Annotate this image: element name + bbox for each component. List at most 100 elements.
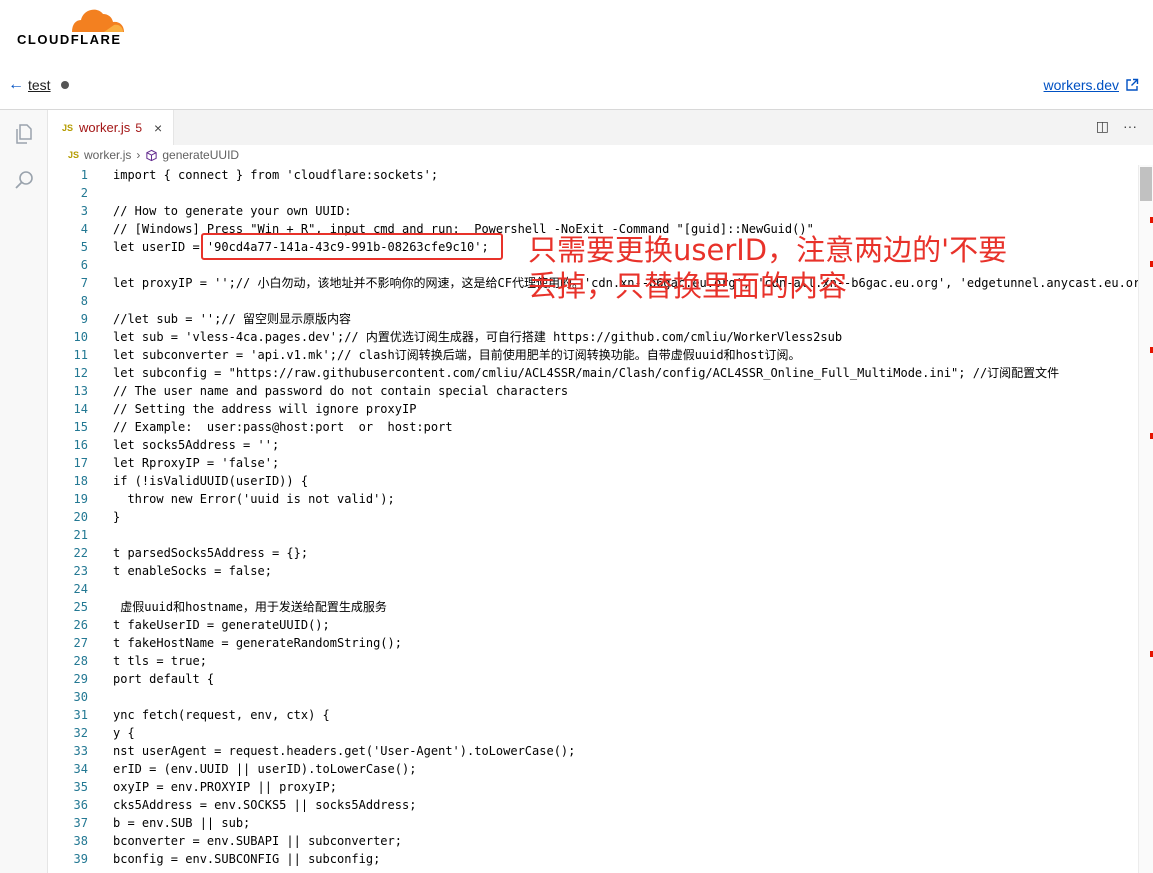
code-line[interactable]: 26 t fakeUserID = generateUUID(); [48, 616, 1138, 634]
explorer-files-icon[interactable] [12, 122, 36, 146]
chevron-right-icon: › [136, 148, 141, 162]
line-number: 26 [73, 618, 88, 632]
more-actions-icon[interactable]: ··· [1123, 118, 1137, 135]
line-number: 14 [73, 402, 88, 416]
code-line[interactable]: 18 if (!isValidUUID(userID)) { [48, 472, 1138, 490]
line-number: 32 [73, 726, 88, 740]
project-name[interactable]: test [28, 77, 51, 93]
vertical-scrollbar[interactable] [1138, 165, 1153, 873]
code-line[interactable]: 9 //let sub = '';// 留空则显示原版内容 [48, 310, 1138, 328]
code-text[interactable]: port default { [113, 670, 214, 688]
code-line[interactable]: 38 bconverter = env.SUBAPI || subconverte… [48, 832, 1138, 850]
breadcrumb-symbol[interactable]: generateUUID [162, 148, 239, 162]
code-text[interactable]: t fakeUserID = generateUUID(); [113, 616, 330, 634]
code-text[interactable]: bconfig = env.SUBCONFIG || subconfig; [113, 850, 380, 868]
line-number: 5 [80, 240, 88, 254]
code-line[interactable]: 23 t enableSocks = false; [48, 562, 1138, 580]
cloud-icon [72, 9, 124, 32]
editor-actions: ◫ ··· [1096, 118, 1137, 135]
userid-highlight-box [201, 233, 503, 260]
editor-tab-bar: JS worker.js 5 × ◫ ··· [48, 110, 1153, 145]
code-text[interactable]: nst userAgent = request.headers.get('Use… [113, 742, 575, 760]
code-line[interactable]: 28 t tls = true; [48, 652, 1138, 670]
top-bar: CLOUDFLARE [0, 0, 1153, 64]
back-button[interactable]: ← test [8, 76, 69, 94]
code-text[interactable]: y { [113, 724, 135, 742]
code-line[interactable]: 34 erID = (env.UUID || userID).toLowerCas… [48, 760, 1138, 778]
javascript-file-icon: JS [62, 122, 74, 133]
code-line[interactable]: 19 throw new Error('uuid is not valid'); [48, 490, 1138, 508]
code-text[interactable]: // How to generate your own UUID: [113, 202, 351, 220]
code-line[interactable]: 37 b = env.SUB || sub; [48, 814, 1138, 832]
code-line[interactable]: 20} [48, 508, 1138, 526]
code-line[interactable]: 36 cks5Address = env.SOCKS5 || socks5Addr… [48, 796, 1138, 814]
line-number: 36 [73, 798, 88, 812]
code-text[interactable]: let socks5Address = ''; [113, 436, 279, 454]
code-line[interactable]: 22 t parsedSocks5Address = {}; [48, 544, 1138, 562]
code-line[interactable]: 25 虚假uuid和hostname，用于发送给配置生成服务 [48, 598, 1138, 616]
code-line[interactable]: 24 [48, 580, 1138, 598]
breadcrumb-file[interactable]: worker.js [84, 148, 131, 162]
line-number: 2 [80, 186, 88, 200]
code-line[interactable]: 13 // The user name and password do not c… [48, 382, 1138, 400]
code-line[interactable]: 21 [48, 526, 1138, 544]
code-line[interactable]: 2 [48, 184, 1138, 202]
scrollbar-thumb[interactable] [1140, 167, 1152, 201]
code-text[interactable]: throw new Error('uuid is not valid'); [113, 490, 394, 508]
code-text[interactable]: // Setting the address will ignore proxy… [113, 400, 416, 418]
code-text[interactable]: t tls = true; [113, 652, 207, 670]
code-text[interactable]: t fakeHostName = generateRandomString(); [113, 634, 402, 652]
code-text[interactable]: let RproxyIP = 'false'; [113, 454, 279, 472]
search-icon[interactable] [12, 168, 36, 192]
code-line[interactable]: 33 nst userAgent = request.headers.get('U… [48, 742, 1138, 760]
code-line[interactable]: 14 // Setting the address will ignore pro… [48, 400, 1138, 418]
code-text[interactable]: erID = (env.UUID || userID).toLowerCase(… [113, 760, 416, 778]
code-text[interactable]: import { connect } from 'cloudflare:sock… [113, 166, 438, 184]
tab-worker-js[interactable]: JS worker.js 5 × [48, 110, 174, 145]
code-text[interactable]: let subconfig = "https://raw.githubuserc… [113, 364, 1059, 382]
code-text[interactable]: t parsedSocks5Address = {}; [113, 544, 308, 562]
code-text[interactable]: oxyIP = env.PROXYIP || proxyIP; [113, 778, 337, 796]
code-text[interactable]: bconverter = env.SUBAPI || subconverter; [113, 832, 402, 850]
code-line[interactable]: 15 // Example: user:pass@host:port or hos… [48, 418, 1138, 436]
code-line[interactable]: 3 // How to generate your own UUID: [48, 202, 1138, 220]
code-line[interactable]: 12 let subconfig = "https://raw.githubuse… [48, 364, 1138, 382]
code-text[interactable]: let subconverter = 'api.v1.mk';// clash订… [113, 346, 801, 364]
code-line[interactable]: 1 import { connect } from 'cloudflare:soc… [48, 166, 1138, 184]
code-line[interactable]: 17 let RproxyIP = 'false'; [48, 454, 1138, 472]
close-icon[interactable]: × [154, 120, 162, 136]
code-line[interactable]: 10 let sub = 'vless-4ca.pages.dev';// 内置优… [48, 328, 1138, 346]
code-text[interactable]: // Example: user:pass@host:port or host:… [113, 418, 453, 436]
line-number: 15 [73, 420, 88, 434]
code-line[interactable]: 35 oxyIP = env.PROXYIP || proxyIP; [48, 778, 1138, 796]
code-text[interactable]: } [113, 508, 120, 526]
javascript-file-icon: JS [68, 150, 80, 160]
code-text[interactable]: if (!isValidUUID(userID)) { [113, 472, 308, 490]
code-line[interactable]: 16 let socks5Address = ''; [48, 436, 1138, 454]
code-line[interactable]: 11 let subconverter = 'api.v1.mk';// clas… [48, 346, 1138, 364]
code-text[interactable]: let sub = 'vless-4ca.pages.dev';// 内置优选订… [113, 328, 842, 346]
code-text[interactable]: b = env.SUB || sub; [113, 814, 250, 832]
code-text[interactable]: //let sub = '';// 留空则显示原版内容 [113, 310, 351, 328]
split-editor-icon[interactable]: ◫ [1096, 118, 1109, 135]
workers-dev-label[interactable]: workers.dev [1044, 77, 1119, 93]
code-text[interactable]: // The user name and password do not con… [113, 382, 568, 400]
line-number: 8 [80, 294, 88, 308]
code-line[interactable]: 31 ync fetch(request, env, ctx) { [48, 706, 1138, 724]
cloudflare-logo[interactable]: CLOUDFLARE [16, 8, 126, 48]
line-number: 1 [80, 168, 88, 182]
code-line[interactable]: 29 port default { [48, 670, 1138, 688]
line-number: 29 [73, 672, 88, 686]
line-number: 18 [73, 474, 88, 488]
brand-name: CLOUDFLARE [17, 32, 122, 47]
code-line[interactable]: 30 [48, 688, 1138, 706]
code-line[interactable]: 27 t fakeHostName = generateRandomString(… [48, 634, 1138, 652]
code-line[interactable]: 32 y { [48, 724, 1138, 742]
workers-dev-link[interactable]: workers.dev [1044, 77, 1139, 93]
code-line[interactable]: 39 bconfig = env.SUBCONFIG || subconfig; [48, 850, 1138, 868]
code-text[interactable]: t enableSocks = false; [113, 562, 272, 580]
code-text[interactable]: ync fetch(request, env, ctx) { [113, 706, 330, 724]
code-text[interactable]: cks5Address = env.SOCKS5 || socks5Addres… [113, 796, 416, 814]
code-text[interactable]: 虚假uuid和hostname，用于发送给配置生成服务 [113, 598, 387, 616]
problem-count-badge: 5 [135, 120, 142, 135]
